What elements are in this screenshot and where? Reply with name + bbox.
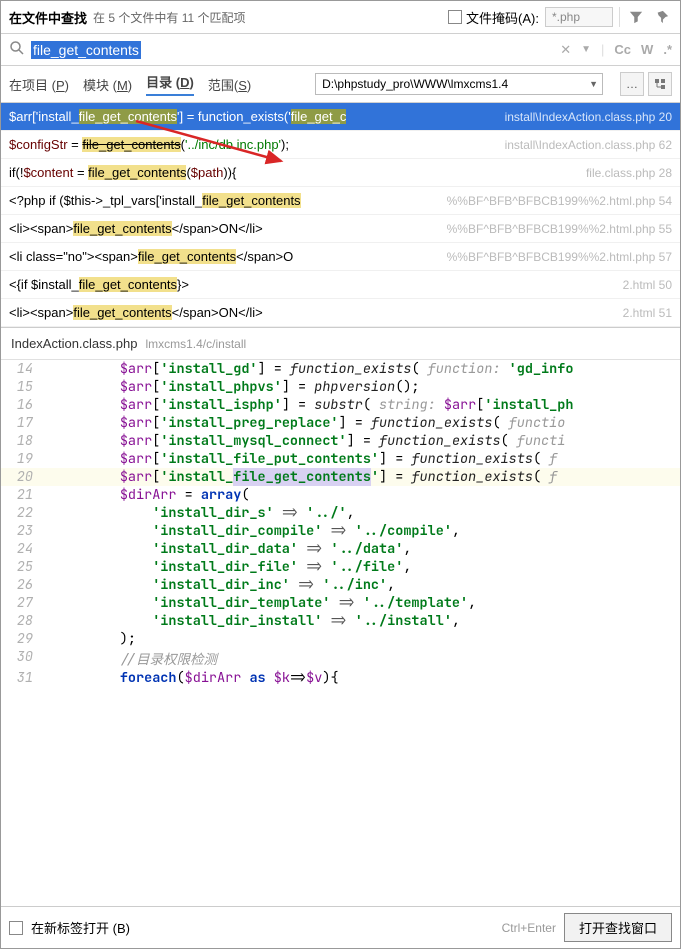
search-input[interactable]: file_get_contents — [31, 42, 554, 58]
clear-icon[interactable]: ✕ — [560, 42, 571, 58]
path-chevron-icon[interactable]: ▼ — [589, 79, 598, 89]
code-line[interactable]: 28 'install_dir_install' => '../install'… — [1, 612, 680, 630]
editor-filepath: lmxcms1.4/c/install — [145, 337, 246, 351]
scope-tab-directory[interactable]: 目录 (D) — [146, 72, 194, 96]
code-line[interactable]: 15 $arr['install_phpvs'] = phpversion(); — [1, 378, 680, 396]
code-line[interactable]: 30 //目录权限检测 — [1, 648, 680, 669]
match-case-toggle[interactable]: Cc — [614, 42, 631, 57]
result-row[interactable]: <li><span>file_get_contents</span>ON</li… — [1, 215, 680, 243]
scope-tab-project[interactable]: 在项目 (P) — [9, 75, 69, 94]
filemask-input[interactable] — [545, 7, 613, 27]
filemask-checkbox[interactable] — [448, 10, 462, 24]
find-header: 在文件中查找 在 5 个文件中有 11 个匹配项 文件掩码(A): — [1, 1, 680, 34]
scope-tab-scope[interactable]: 范围(S) — [208, 75, 251, 94]
code-line[interactable]: 20 $arr['install_file_get_contents'] = f… — [1, 468, 680, 486]
code-line[interactable]: 22 'install_dir_s' => '../', — [1, 504, 680, 522]
open-find-window-button[interactable]: 打开查找窗口 — [564, 913, 672, 942]
search-results: $arr['install_file_get_contents'] = func… — [1, 103, 680, 328]
code-editor[interactable]: 14 $arr['install_gd'] = function_exists(… — [1, 360, 680, 906]
shortcut-hint: Ctrl+Enter — [502, 921, 556, 935]
find-title: 在文件中查找 — [9, 8, 87, 27]
result-row[interactable]: $configStr = file_get_contents('../inc/d… — [1, 131, 680, 159]
code-line[interactable]: 17 $arr['install_preg_replace'] = functi… — [1, 414, 680, 432]
pin-icon[interactable] — [652, 7, 672, 27]
code-line[interactable]: 31 foreach($dirArr as $k=>$v){ — [1, 669, 680, 687]
search-row: file_get_contents ✕ ▼ | Cc W .* — [1, 34, 680, 66]
newtab-label: 在新标签打开 (B) — [31, 918, 130, 937]
code-line[interactable]: 26 'install_dir_inc' => '../inc', — [1, 576, 680, 594]
bottom-bar: 在新标签打开 (B) Ctrl+Enter 打开查找窗口 — [1, 906, 680, 948]
whole-word-toggle[interactable]: W — [641, 42, 653, 57]
code-line[interactable]: 27 'install_dir_template' => '../templat… — [1, 594, 680, 612]
code-line[interactable]: 19 $arr['install_file_put_contents'] = f… — [1, 450, 680, 468]
code-line[interactable]: 29 ); — [1, 630, 680, 648]
scope-tab-module[interactable]: 模块 (M) — [83, 75, 132, 94]
code-line[interactable]: 18 $arr['install_mysql_connect'] = funct… — [1, 432, 680, 450]
chevron-down-icon[interactable]: ▼ — [581, 44, 591, 55]
newtab-checkbox[interactable] — [9, 921, 23, 935]
filemask-group[interactable]: 文件掩码(A): — [448, 8, 539, 27]
filemask-label-text: 文件掩码(A): — [466, 8, 539, 27]
result-row[interactable]: <?php if ($this->_tpl_vars['install_file… — [1, 187, 680, 215]
match-count: 在 5 个文件中有 11 个匹配项 — [93, 9, 245, 26]
code-line[interactable]: 23 'install_dir_compile' => '../compile'… — [1, 522, 680, 540]
browse-button[interactable]: … — [620, 72, 644, 96]
result-row[interactable]: <{if $install_file_get_contents}>2.html … — [1, 271, 680, 299]
editor-filename: IndexAction.class.php — [11, 336, 137, 351]
filter-icon[interactable] — [626, 7, 646, 27]
result-row[interactable]: $arr['install_file_get_contents'] = func… — [1, 103, 680, 131]
scope-row: 在项目 (P) 模块 (M) 目录 (D) 范围(S) ▼ … — [1, 66, 680, 103]
code-line[interactable]: 16 $arr['install_isphp'] = substr( strin… — [1, 396, 680, 414]
tree-button[interactable] — [648, 72, 672, 96]
result-row[interactable]: if(!$content = file_get_contents($path))… — [1, 159, 680, 187]
code-line[interactable]: 24 'install_dir_data' => '../data', — [1, 540, 680, 558]
result-row[interactable]: <li class="no"><span>file_get_contents</… — [1, 243, 680, 271]
editor-header: IndexAction.class.php lmxcms1.4/c/instal… — [1, 328, 680, 360]
regex-toggle[interactable]: .* — [663, 42, 672, 57]
result-row[interactable]: <li><span>file_get_contents</span>ON</li… — [1, 299, 680, 327]
search-icon — [9, 40, 25, 59]
code-line[interactable]: 14 $arr['install_gd'] = function_exists(… — [1, 360, 680, 378]
directory-path-input[interactable] — [315, 73, 603, 95]
code-line[interactable]: 21 $dirArr = array( — [1, 486, 680, 504]
code-line[interactable]: 25 'install_dir_file' => '../file', — [1, 558, 680, 576]
